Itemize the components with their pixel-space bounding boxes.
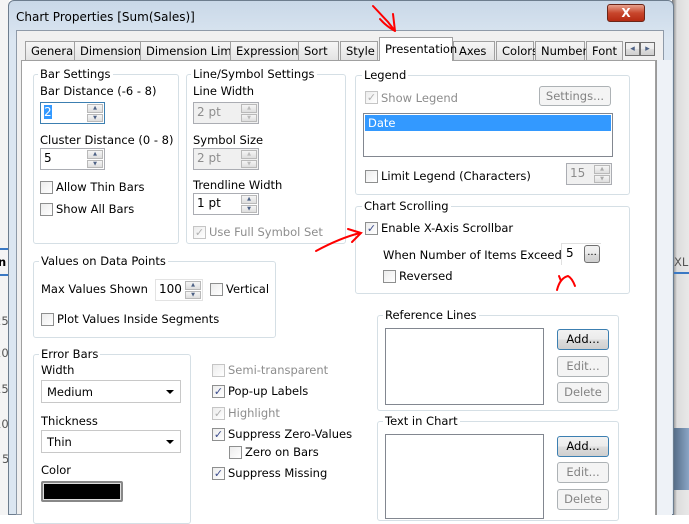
annotation-arrow-items: [556, 274, 576, 291]
annotation-overlay: [315, 5, 576, 291]
tab-presentation[interactable]: Presentation: [379, 37, 457, 61]
annotation-arrow-scrollbar: [315, 228, 363, 252]
annotation-arrow-presentation: [372, 5, 396, 32]
